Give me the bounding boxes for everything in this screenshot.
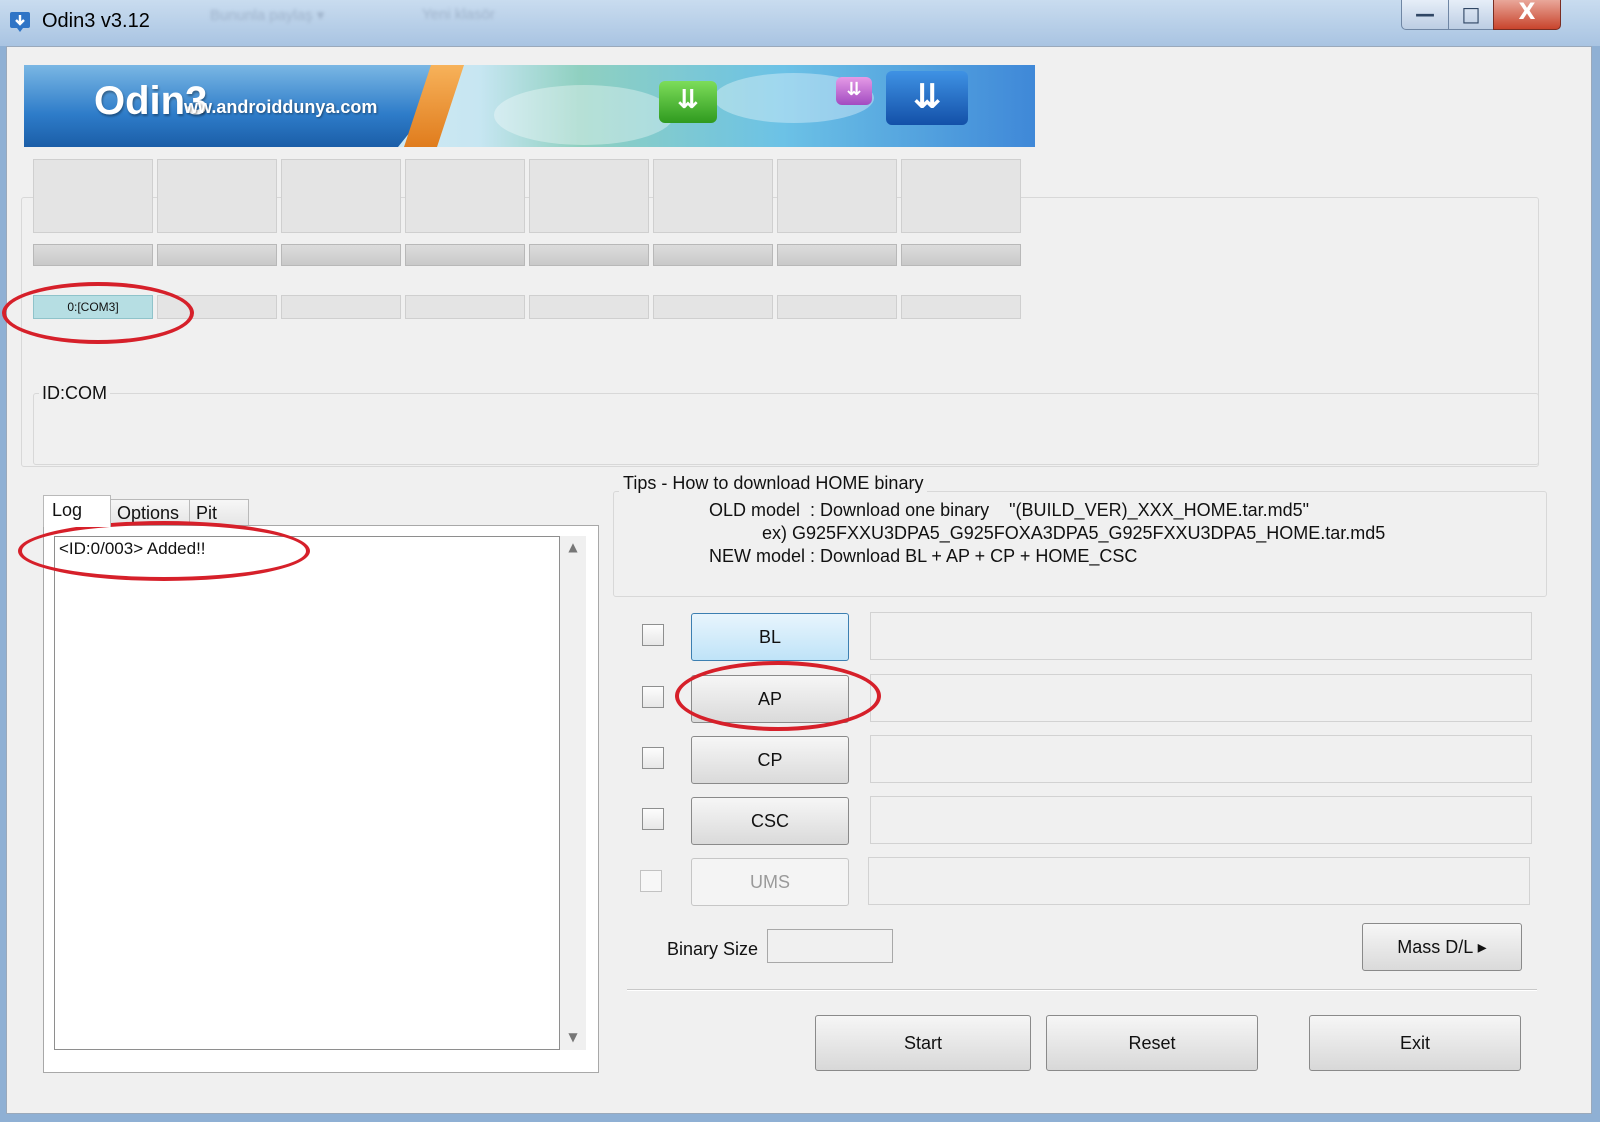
port-com-label: 0:[COM3] xyxy=(33,295,153,319)
log-textarea[interactable]: <ID:0/003> Added!! xyxy=(54,536,560,1050)
odin-app-icon xyxy=(10,12,30,32)
port-progress-bar xyxy=(157,244,277,266)
port-com-label xyxy=(777,295,897,319)
port-com-label xyxy=(653,295,773,319)
close-button[interactable]: X xyxy=(1493,0,1561,30)
ums-path-field xyxy=(868,857,1530,905)
port-status-box xyxy=(157,159,277,233)
port-progress-bar xyxy=(901,244,1021,266)
download-green-icon: ⇊ xyxy=(659,81,717,123)
log-panel: <ID:0/003> Added!! ▲ ▼ xyxy=(43,525,599,1073)
port-progress-bar xyxy=(33,244,153,266)
bl-button[interactable]: BL xyxy=(691,613,849,661)
csc-button[interactable]: CSC xyxy=(691,797,849,845)
port-progress-bar xyxy=(529,244,649,266)
close-icon: X xyxy=(1518,0,1536,25)
port-status-box xyxy=(901,159,1021,233)
port-status-box xyxy=(529,159,649,233)
port-com-label xyxy=(529,295,649,319)
minimize-icon: — xyxy=(1415,2,1435,26)
csc-checkbox[interactable] xyxy=(642,808,664,830)
background-share-menu: Bununla paylaş ▾ xyxy=(210,7,325,24)
maximize-button[interactable]: □ xyxy=(1448,0,1494,30)
id-com-label: ID:COM xyxy=(39,383,110,404)
port-progress-bar xyxy=(281,244,401,266)
tab-log[interactable]: Log xyxy=(43,495,111,527)
port-progress-bar xyxy=(405,244,525,266)
scroll-down-icon[interactable]: ▼ xyxy=(560,1030,586,1044)
port-status-box xyxy=(33,159,153,233)
ums-checkbox xyxy=(640,870,662,892)
ap-checkbox[interactable] xyxy=(642,686,664,708)
port-progress-bar xyxy=(777,244,897,266)
maximize-icon: □ xyxy=(1461,2,1481,26)
port-status-box xyxy=(777,159,897,233)
ap-path-field[interactable] xyxy=(870,674,1532,722)
reset-button[interactable]: Reset xyxy=(1046,1015,1258,1071)
background-new-folder: Yeni klasör xyxy=(422,6,495,23)
ap-button[interactable]: AP xyxy=(691,675,849,723)
banner-map-land xyxy=(494,85,674,145)
port-com-label xyxy=(157,295,277,319)
port-status-box xyxy=(281,159,401,233)
odin-window: Odin3 ww.androiddunya.com ⇊ ⇊ ⇊ 0:[COM3]… xyxy=(6,46,1592,1114)
download-blue-icon: ⇊ xyxy=(886,71,968,125)
cp-button[interactable]: CP xyxy=(691,736,849,784)
title-bar: Odin3 v3.12 Bununla paylaş ▾ Yeni klasör… xyxy=(0,0,1600,46)
tips-new-model: NEW model : Download BL + AP + CP + HOME… xyxy=(709,546,1138,566)
port-com-label xyxy=(405,295,525,319)
port-com-label xyxy=(901,295,1021,319)
banner-watermark-url: ww.androiddunya.com xyxy=(184,97,378,117)
id-com-group xyxy=(33,393,1539,465)
start-button[interactable]: Start xyxy=(815,1015,1031,1071)
tips-old-model: OLD model : Download one binary "(BUILD_… xyxy=(709,500,1310,520)
binary-size-field xyxy=(767,929,893,963)
mass-download-button[interactable]: Mass D/L ▸ xyxy=(1362,923,1522,971)
cp-path-field[interactable] xyxy=(870,735,1532,783)
bl-path-field[interactable] xyxy=(870,612,1532,660)
window-title: Odin3 v3.12 xyxy=(42,10,150,32)
tips-example: ex) G925FXXU3DPA5_G925FOXA3DPA5_G925FXXU… xyxy=(762,523,1386,543)
log-line: <ID:0/003> Added!! xyxy=(59,539,206,558)
download-pink-icon: ⇊ xyxy=(836,77,872,105)
port-status-box xyxy=(653,159,773,233)
csc-path-field[interactable] xyxy=(870,796,1532,844)
binary-size-label: Binary Size xyxy=(667,939,759,959)
tab-options[interactable]: Options xyxy=(110,499,190,525)
ums-button: UMS xyxy=(691,858,849,906)
minimize-button[interactable]: — xyxy=(1401,0,1449,30)
port-com-label xyxy=(281,295,401,319)
cp-checkbox[interactable] xyxy=(642,747,664,769)
port-progress-bar xyxy=(653,244,773,266)
log-scrollbar[interactable]: ▲ ▼ xyxy=(560,536,586,1050)
tab-pit[interactable]: Pit xyxy=(189,499,249,525)
scroll-up-icon[interactable]: ▲ xyxy=(560,540,586,554)
odin-banner: Odin3 ww.androiddunya.com ⇊ ⇊ ⇊ xyxy=(24,65,1035,147)
tips-title: Tips - How to download HOME binary xyxy=(619,473,928,494)
port-status-box xyxy=(405,159,525,233)
exit-button[interactable]: Exit xyxy=(1309,1015,1521,1071)
bl-checkbox[interactable] xyxy=(642,624,664,646)
divider xyxy=(627,989,1537,991)
